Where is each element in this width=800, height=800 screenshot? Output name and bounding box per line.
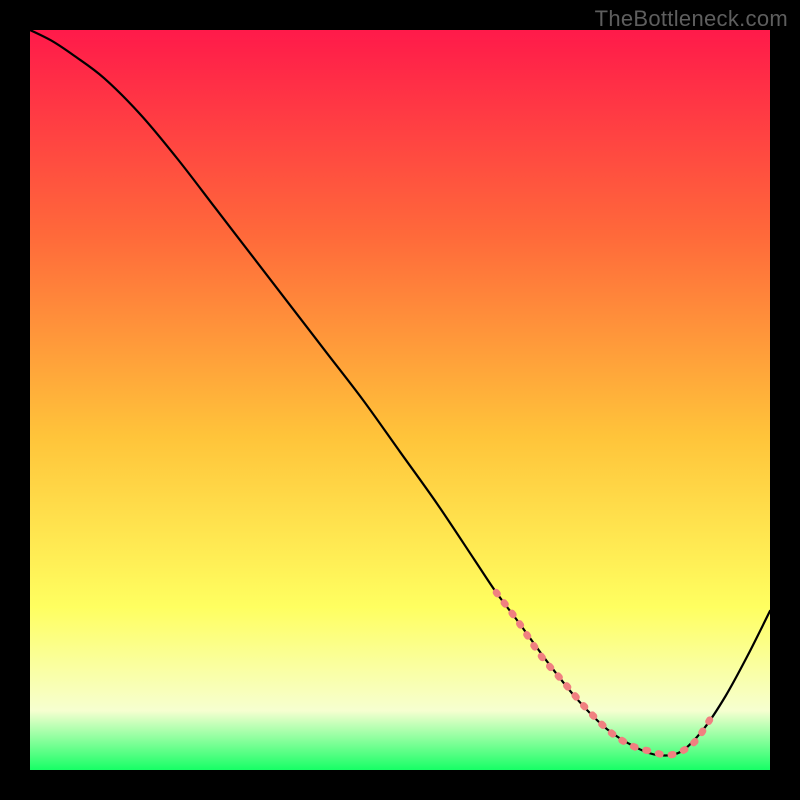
gradient-background — [30, 30, 770, 770]
chart-container: TheBottleneck.com — [0, 0, 800, 800]
chart-svg — [30, 30, 770, 770]
plot-area — [30, 30, 770, 770]
watermark-text: TheBottleneck.com — [595, 6, 788, 32]
